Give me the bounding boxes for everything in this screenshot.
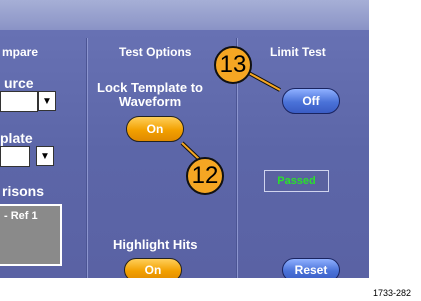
callout-leader-13-fill [246,71,281,91]
callout-leaders [180,70,281,162]
callout-12: 12 [186,157,224,195]
callout-13: 13 [214,46,252,84]
figure-id: 1733-282 [373,288,412,298]
